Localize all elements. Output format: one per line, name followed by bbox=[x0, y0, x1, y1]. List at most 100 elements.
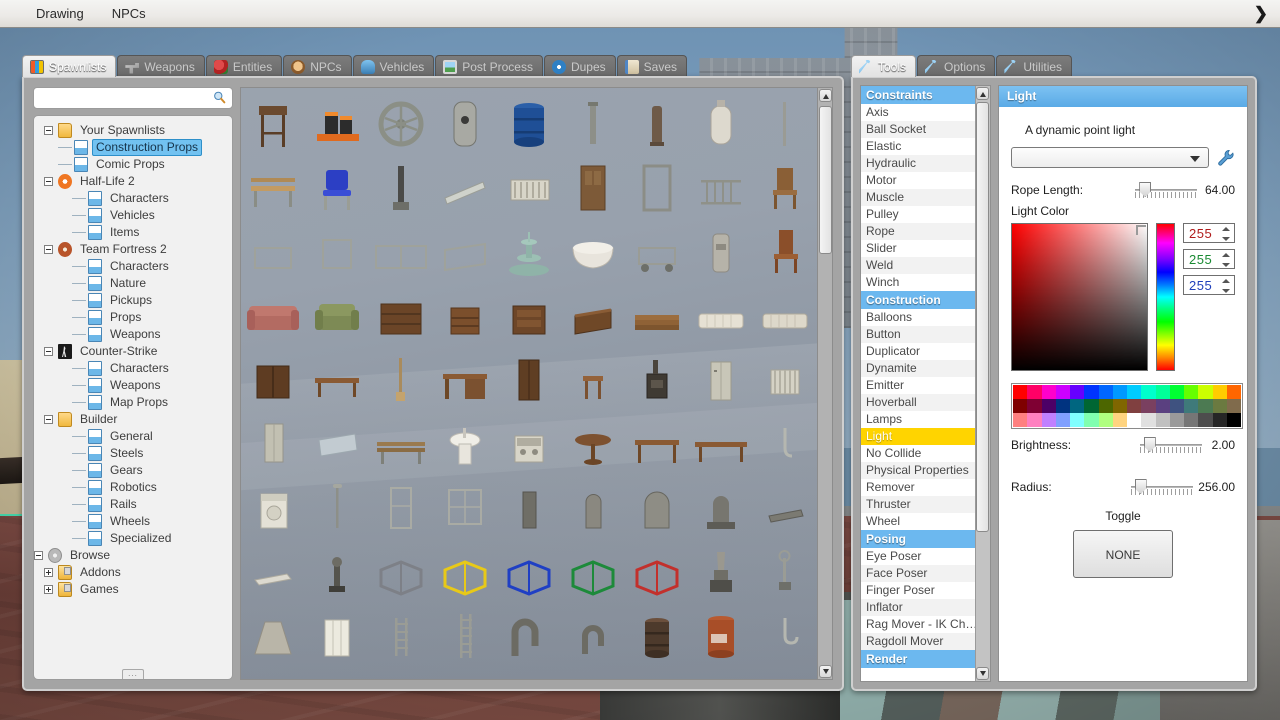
tree-item-robotics[interactable]: Robotics bbox=[34, 479, 232, 496]
green-spinner-buttons[interactable] bbox=[1222, 252, 1231, 268]
tree-item-rails[interactable]: Rails bbox=[34, 496, 232, 513]
sv-cursor[interactable] bbox=[1136, 225, 1147, 235]
prop-washing-machine[interactable] bbox=[243, 478, 303, 538]
prop-white-lockers[interactable] bbox=[307, 606, 367, 666]
prop-wooden-crate-lid[interactable] bbox=[371, 670, 431, 679]
prop-antenna-1[interactable] bbox=[499, 670, 559, 679]
preset-dropdown[interactable] bbox=[1011, 147, 1209, 168]
prop-chainlink-fence-long[interactable] bbox=[371, 222, 431, 282]
color-swatch[interactable] bbox=[1041, 399, 1056, 413]
prop-small-bench[interactable] bbox=[755, 478, 815, 538]
tree-item-team-fortress-2[interactable]: Team Fortress 2 bbox=[34, 241, 232, 258]
prop-grid-scrollbar[interactable] bbox=[817, 88, 832, 679]
color-swatch[interactable] bbox=[1184, 413, 1199, 427]
prop-gravestone-plain[interactable] bbox=[499, 478, 559, 538]
tool-item-hoverball[interactable]: Hoverball bbox=[861, 394, 990, 411]
color-swatch[interactable] bbox=[1198, 413, 1213, 427]
prop-window-frame[interactable] bbox=[435, 478, 495, 538]
prop-thin-rod[interactable] bbox=[435, 670, 495, 679]
tool-item-emitter[interactable]: Emitter bbox=[861, 377, 990, 394]
prop-radiator-grill[interactable] bbox=[499, 158, 559, 218]
prop-open-drawer[interactable] bbox=[563, 286, 623, 346]
search-input[interactable] bbox=[34, 88, 232, 108]
color-swatch[interactable] bbox=[1112, 399, 1127, 413]
prop-small-pipe[interactable] bbox=[563, 94, 623, 154]
color-swatch[interactable] bbox=[1112, 413, 1127, 427]
prop-antenna-2[interactable] bbox=[563, 670, 623, 679]
tool-item-muscle[interactable]: Muscle bbox=[861, 189, 990, 206]
red-spinner-buttons[interactable] bbox=[1222, 226, 1231, 242]
color-swatch[interactable] bbox=[1041, 385, 1056, 399]
prop-rusty-wheel[interactable] bbox=[243, 670, 303, 679]
tree-item-props[interactable]: Props bbox=[34, 309, 232, 326]
color-swatch[interactable] bbox=[1098, 385, 1113, 399]
prop-paint-cans-pallet[interactable] bbox=[307, 94, 367, 154]
prop-glass-panel[interactable] bbox=[307, 414, 367, 474]
tool-item-remover[interactable]: Remover bbox=[861, 479, 990, 496]
color-swatch[interactable] bbox=[1169, 399, 1184, 413]
color-swatch[interactable] bbox=[1013, 399, 1028, 413]
tool-item-rag-mover-ik-ch-[interactable]: Rag Mover - IK Ch… bbox=[861, 616, 990, 633]
prop-stone-monument[interactable] bbox=[691, 542, 751, 602]
prop-ladder-tall[interactable] bbox=[435, 606, 495, 666]
tree-item-addons[interactable]: Addons bbox=[34, 564, 232, 581]
color-swatch[interactable] bbox=[1098, 399, 1113, 413]
prop-wooden-cabinet[interactable] bbox=[243, 350, 303, 410]
prop-broom[interactable] bbox=[371, 350, 431, 410]
tool-list-scrollbar[interactable] bbox=[975, 86, 990, 681]
prop-antenna-4[interactable] bbox=[691, 670, 751, 679]
tree-item-weapons[interactable]: Weapons bbox=[34, 326, 232, 343]
scroll-up-button[interactable] bbox=[819, 89, 832, 102]
prop-mattress[interactable] bbox=[691, 286, 751, 346]
tree-item-vehicles[interactable]: Vehicles bbox=[34, 207, 232, 224]
blue-spinner-buttons[interactable] bbox=[1222, 278, 1231, 294]
color-swatch[interactable] bbox=[1155, 413, 1170, 427]
color-swatch[interactable] bbox=[1169, 413, 1184, 427]
tool-item-face-poser[interactable]: Face Poser bbox=[861, 565, 990, 582]
tool-item-ball-socket[interactable]: Ball Socket bbox=[861, 121, 990, 138]
prop-pipe-bend-small[interactable] bbox=[563, 606, 623, 666]
color-swatch[interactable] bbox=[1212, 413, 1227, 427]
prop-gravestone-base[interactable] bbox=[691, 478, 751, 538]
arrow-up-icon[interactable] bbox=[1222, 253, 1230, 257]
prop-metal-crate-yellow[interactable] bbox=[435, 542, 495, 602]
color-swatch[interactable] bbox=[1212, 399, 1227, 413]
prop-wooden-table[interactable] bbox=[627, 414, 687, 474]
prop-green-armchair[interactable] bbox=[307, 286, 367, 346]
toggle-key-button[interactable]: NONE bbox=[1073, 530, 1173, 578]
prop-tall-cabinet[interactable] bbox=[499, 350, 559, 410]
color-swatch[interactable] bbox=[1127, 399, 1142, 413]
tree-item-counter-strike[interactable]: Counter-Strike bbox=[34, 343, 232, 360]
wrench-icon[interactable] bbox=[1217, 149, 1235, 167]
prop-sink[interactable] bbox=[435, 414, 495, 474]
chevron-right-icon[interactable]: ❯ bbox=[1254, 5, 1268, 22]
color-swatch[interactable] bbox=[1226, 385, 1241, 399]
prop-bollard[interactable] bbox=[627, 94, 687, 154]
tab-spawnlists[interactable]: Spawnlists bbox=[22, 55, 117, 77]
color-swatch[interactable] bbox=[1070, 385, 1085, 399]
tool-item-button[interactable]: Button bbox=[861, 326, 990, 343]
color-swatch[interactable] bbox=[1027, 413, 1042, 427]
prop-rusty-barrel[interactable] bbox=[691, 606, 751, 666]
search-box[interactable] bbox=[33, 87, 233, 109]
tree-item-general[interactable]: General bbox=[34, 428, 232, 445]
prop-render-area[interactable] bbox=[241, 88, 817, 679]
color-swatch[interactable] bbox=[1198, 385, 1213, 399]
color-swatch[interactable] bbox=[1169, 385, 1184, 399]
prop-metal-crate-gray[interactable] bbox=[371, 542, 431, 602]
arrow-down-icon[interactable] bbox=[1222, 263, 1230, 267]
tool-item-motor[interactable]: Motor bbox=[861, 172, 990, 189]
prop-metal-crate-green[interactable] bbox=[563, 542, 623, 602]
tab-options[interactable]: Options bbox=[917, 55, 996, 77]
tab-weapons[interactable]: Weapons bbox=[117, 55, 205, 77]
color-swatch-palette[interactable] bbox=[1011, 383, 1243, 429]
color-swatch[interactable] bbox=[1155, 385, 1170, 399]
color-swatch[interactable] bbox=[1141, 385, 1156, 399]
rope-length-slider[interactable] bbox=[1135, 182, 1198, 198]
prop-concrete-slab[interactable] bbox=[243, 542, 303, 602]
blue-spinner[interactable]: 255 bbox=[1183, 275, 1235, 295]
color-swatch[interactable] bbox=[1013, 413, 1028, 427]
tree-item-characters[interactable]: Characters bbox=[34, 190, 232, 207]
color-swatch[interactable] bbox=[1112, 385, 1127, 399]
red-spinner[interactable]: 255 bbox=[1183, 223, 1235, 243]
